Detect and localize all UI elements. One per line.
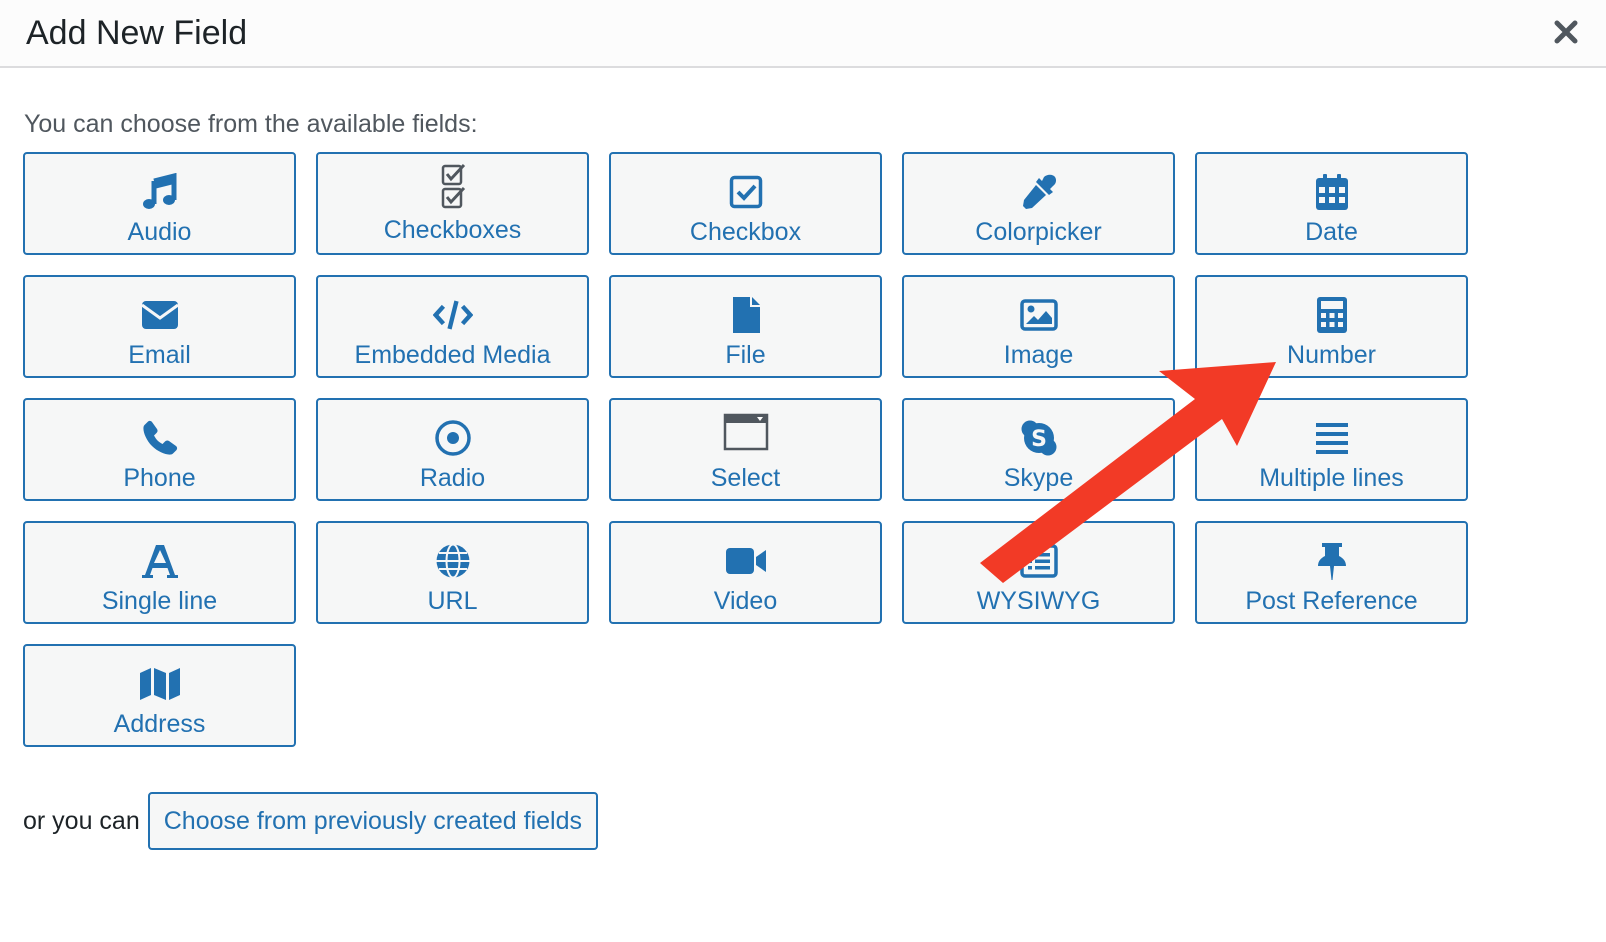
previous-fields-row: or you can Choose from previously create… [23,792,598,850]
field-number-button[interactable]: Number [1195,275,1468,378]
music-icon [140,172,180,212]
field-checkboxes-button[interactable]: Checkboxes [316,152,589,255]
modal-header: Add New Field [0,0,1606,68]
radio-icon [433,418,473,458]
pushpin-icon [1312,541,1352,581]
field-label: File [725,341,766,369]
checkbox-icon [726,172,766,212]
globe-icon [433,541,473,581]
field-label: Image [1003,341,1074,369]
lines-icon [1312,418,1352,458]
field-embedded-media-button[interactable]: Embedded Media [316,275,589,378]
image-icon [1019,295,1059,335]
field-url-button[interactable]: URL [316,521,589,624]
field-label: Checkboxes [383,216,522,244]
field-audio-button[interactable]: Audio [23,152,296,255]
field-type-grid: Audio Checkboxes Checkbox Colorpicker Da… [23,152,1483,747]
field-radio-button[interactable]: Radio [316,398,589,501]
field-email-button[interactable]: Email [23,275,296,378]
checkboxes-icon [433,162,473,212]
code-icon [432,295,473,335]
add-field-modal: Add New Field You can choose from the av… [0,0,1606,942]
field-address-button[interactable]: Address [23,644,296,747]
field-label: Skype [1003,464,1074,492]
field-label: WYSIWYG [976,587,1101,615]
field-single-line-button[interactable]: Single line [23,521,296,624]
video-camera-icon [724,541,768,581]
field-label: Multiple lines [1259,464,1404,492]
field-wysiwyg-button[interactable]: WYSIWYG [902,521,1175,624]
calendar-icon [1312,172,1352,212]
field-label: Number [1287,341,1376,369]
choose-previous-fields-button[interactable]: Choose from previously created fields [147,792,598,850]
field-label: Address [113,710,206,738]
field-label: Phone [123,464,196,492]
field-label: Email [128,341,191,369]
field-file-button[interactable]: File [609,275,882,378]
field-label: URL [427,587,478,615]
field-phone-button[interactable]: Phone [23,398,296,501]
field-post-reference-button[interactable]: Post Reference [1195,521,1468,624]
close-icon [1554,20,1578,44]
field-label: Radio [419,464,486,492]
field-select-button[interactable]: Select [609,398,882,501]
field-label: Colorpicker [975,218,1102,246]
file-icon [726,295,766,335]
phone-icon [140,418,180,458]
modal-title: Add New Field [26,14,248,52]
field-multiple-lines-button[interactable]: Multiple lines [1195,398,1468,501]
list-box-icon [1019,541,1059,581]
field-image-button[interactable]: Image [902,275,1175,378]
letter-a-icon [140,541,180,581]
field-video-button[interactable]: Video [609,521,882,624]
skype-icon: S [1019,418,1059,458]
field-label: Audio [127,218,192,246]
field-colorpicker-button[interactable]: Colorpicker [902,152,1175,255]
field-label: Checkbox [689,218,802,246]
close-button[interactable] [1548,14,1584,50]
field-date-button[interactable]: Date [1195,152,1468,255]
field-label: Date [1305,218,1358,246]
svg-text:S: S [1031,427,1047,452]
field-checkbox-button[interactable]: Checkbox [609,152,882,255]
field-label: Embedded Media [354,341,551,369]
intro-text: You can choose from the available fields… [24,110,478,138]
field-label: Video [713,587,778,615]
map-icon [138,664,182,704]
eyedropper-icon [1019,172,1059,212]
field-skype-button[interactable]: S Skype [902,398,1175,501]
field-label: Select [710,464,781,492]
field-label: Single line [101,587,218,615]
field-label: Post Reference [1245,587,1418,615]
footer-prefix-text: or you can [23,806,140,835]
envelope-icon [140,295,180,335]
calculator-icon [1312,295,1352,335]
select-icon [723,412,769,452]
